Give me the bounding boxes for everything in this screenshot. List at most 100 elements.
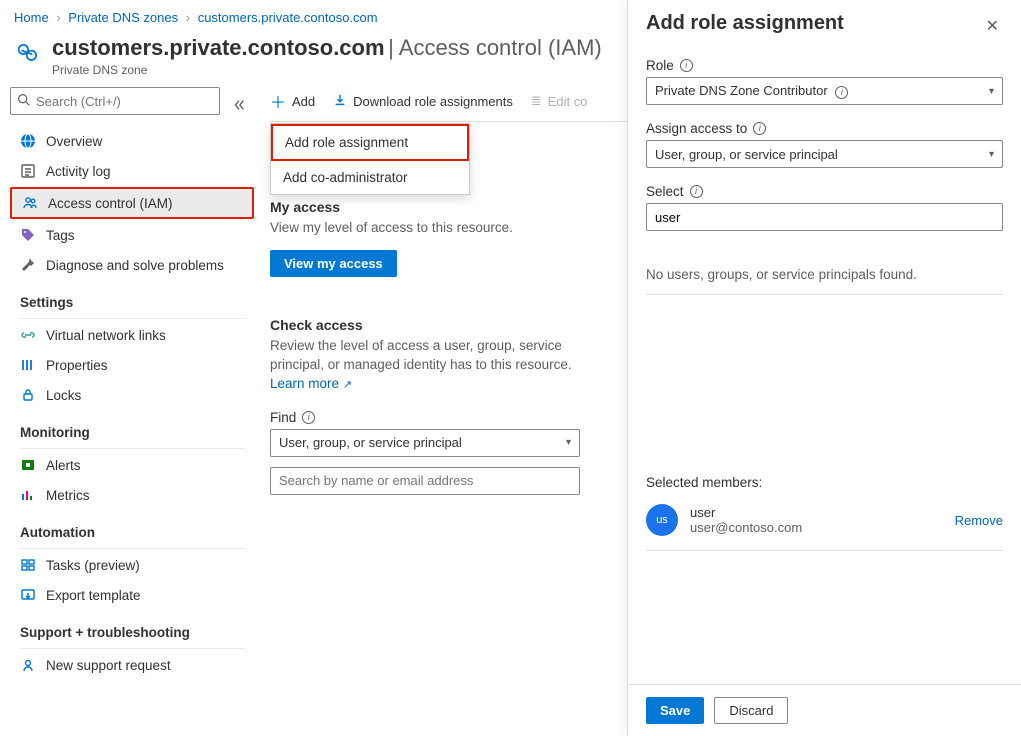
sidebar-item-label: Activity log xyxy=(46,164,111,179)
sidebar-item-label: Properties xyxy=(46,358,108,373)
role-label: Role xyxy=(646,58,674,73)
sidebar-item-metrics[interactable]: Metrics xyxy=(10,481,254,509)
blade-footer: Save Discard xyxy=(628,684,1021,736)
globe-icon xyxy=(20,133,36,149)
edit-columns-label: Edit co xyxy=(548,94,588,109)
find-search-input[interactable] xyxy=(270,467,580,495)
sidebar-group-support: Support + troubleshooting xyxy=(10,611,256,644)
info-icon[interactable]: i xyxy=(302,411,315,424)
learn-more-link[interactable]: Learn more ↗ xyxy=(270,376,352,391)
blade-title: Add role assignment xyxy=(646,12,844,35)
tasks-icon xyxy=(20,557,36,573)
breadcrumb-zones[interactable]: Private DNS zones xyxy=(68,10,178,25)
breadcrumb-home[interactable]: Home xyxy=(14,10,49,25)
divider xyxy=(20,318,246,319)
sidebar-item-alerts[interactable]: Alerts xyxy=(10,451,254,479)
info-icon[interactable]: i xyxy=(690,185,703,198)
menu-add-coadmin[interactable]: Add co-administrator xyxy=(271,161,469,194)
chevron-right-icon: › xyxy=(56,10,60,25)
sidebar-item-label: Alerts xyxy=(46,458,81,473)
support-icon xyxy=(20,657,36,673)
my-access-text: View my level of access to this resource… xyxy=(270,219,600,238)
info-icon[interactable]: i xyxy=(835,86,848,99)
info-icon[interactable]: i xyxy=(680,59,693,72)
sidebar-item-overview[interactable]: Overview xyxy=(10,127,254,155)
sidebar-item-label: Overview xyxy=(46,134,102,149)
info-icon[interactable]: i xyxy=(753,122,766,135)
sidebar-item-export[interactable]: Export template xyxy=(10,581,254,609)
assign-access-value: User, group, or service principal xyxy=(655,147,838,162)
sidebar-item-label: Virtual network links xyxy=(46,328,166,343)
sidebar-item-support-request[interactable]: New support request xyxy=(10,651,254,679)
add-label: Add xyxy=(292,94,315,109)
role-select[interactable]: Private DNS Zone Contributor i ▾ xyxy=(646,77,1003,105)
menu-add-role-assignment[interactable]: Add role assignment xyxy=(271,124,469,161)
check-access-heading: Check access xyxy=(270,317,600,333)
close-icon[interactable]: ✕ xyxy=(982,12,1003,40)
log-icon xyxy=(20,163,36,179)
check-access-text: Review the level of access a user, group… xyxy=(270,337,600,394)
selected-members-heading: Selected members: xyxy=(646,475,1003,490)
sidebar-item-label: Access control (IAM) xyxy=(48,196,173,211)
selected-member-row: us user user@contoso.com Remove xyxy=(646,490,1003,551)
breadcrumb-resource[interactable]: customers.private.contoso.com xyxy=(198,10,378,25)
role-field: Role i Private DNS Zone Contributor i ▾ xyxy=(646,58,1003,105)
sidebar-item-label: Export template xyxy=(46,588,141,603)
collapse-sidebar-icon[interactable] xyxy=(232,98,246,115)
alert-icon xyxy=(20,457,36,473)
check-access-text-body: Review the level of access a user, group… xyxy=(270,338,572,372)
add-role-assignment-blade: Add role assignment ✕ Role i Private DNS… xyxy=(627,0,1021,736)
member-email: user@contoso.com xyxy=(690,520,943,535)
plus-icon: ＋ xyxy=(270,89,286,113)
sidebar-item-label: Diagnose and solve problems xyxy=(46,258,224,273)
sidebar-item-activity-log[interactable]: Activity log xyxy=(10,157,254,185)
download-button[interactable]: Download role assignments xyxy=(333,93,513,110)
sidebar-item-diagnose[interactable]: Diagnose and solve problems xyxy=(10,251,254,279)
properties-icon xyxy=(20,357,36,373)
edit-columns-button[interactable]: ≣ Edit co xyxy=(531,93,588,109)
assign-access-select[interactable]: User, group, or service principal ▾ xyxy=(646,140,1003,168)
lock-icon xyxy=(20,387,36,403)
sidebar-item-label: Locks xyxy=(46,388,81,403)
my-access-heading: My access xyxy=(270,199,600,215)
not-found-text: No users, groups, or service principals … xyxy=(646,247,1003,295)
select-label: Select xyxy=(646,184,684,199)
sidebar-item-locks[interactable]: Locks xyxy=(10,381,254,409)
wrench-icon xyxy=(20,257,36,273)
sidebar-search[interactable] xyxy=(10,87,220,115)
sidebar-item-label: Tasks (preview) xyxy=(46,558,140,573)
remove-member-link[interactable]: Remove xyxy=(955,513,1003,528)
select-input[interactable] xyxy=(646,203,1003,231)
sidebar-item-vnlinks[interactable]: Virtual network links xyxy=(10,321,254,349)
blade-header: Add role assignment ✕ xyxy=(628,0,1021,48)
export-icon xyxy=(20,587,36,603)
discard-button[interactable]: Discard xyxy=(714,697,788,724)
chevron-down-icon: ▾ xyxy=(566,437,571,448)
sidebar-group-monitoring: Monitoring xyxy=(10,411,256,444)
view-my-access-button[interactable]: View my access xyxy=(270,250,397,277)
tag-icon xyxy=(20,227,36,243)
find-select-value: User, group, or service principal xyxy=(279,435,462,450)
find-select[interactable]: User, group, or service principal ▾ xyxy=(270,429,580,457)
chevron-right-icon: › xyxy=(186,10,190,25)
add-button[interactable]: ＋ Add xyxy=(270,89,315,113)
check-access-section: Check access Review the level of access … xyxy=(270,299,600,495)
sidebar-item-properties[interactable]: Properties xyxy=(10,351,254,379)
sidebar-item-label: Tags xyxy=(46,228,75,243)
people-icon xyxy=(22,195,38,211)
sidebar-item-tags[interactable]: Tags xyxy=(10,221,254,249)
member-name: user xyxy=(690,505,715,520)
columns-icon: ≣ xyxy=(531,93,542,109)
link-icon xyxy=(20,327,36,343)
select-field: Select i xyxy=(646,184,1003,231)
divider xyxy=(20,648,246,649)
sidebar-search-input[interactable] xyxy=(36,94,213,109)
dns-zone-icon xyxy=(14,39,42,67)
save-button[interactable]: Save xyxy=(646,697,704,724)
sidebar-group-automation: Automation xyxy=(10,511,256,544)
avatar: us xyxy=(646,504,678,536)
download-label: Download role assignments xyxy=(353,94,513,109)
sidebar-item-iam[interactable]: Access control (IAM) xyxy=(10,187,254,219)
sidebar-item-tasks[interactable]: Tasks (preview) xyxy=(10,551,254,579)
add-dropdown: Add role assignment Add co-administrator xyxy=(270,123,470,195)
